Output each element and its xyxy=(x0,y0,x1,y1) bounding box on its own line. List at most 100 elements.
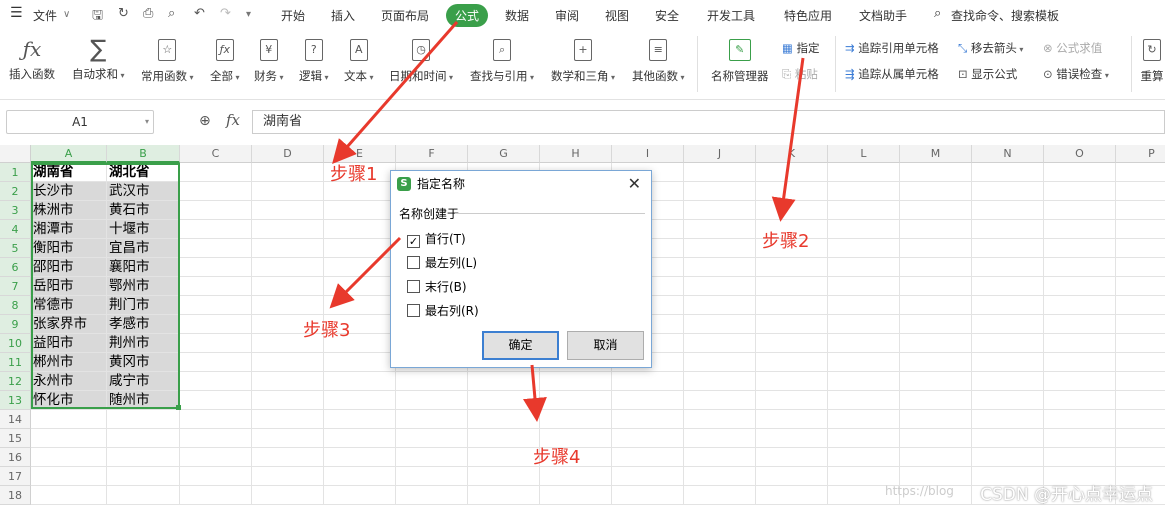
row-header-13[interactable]: 13 xyxy=(0,391,31,410)
chevron-down-icon[interactable]: ∨ xyxy=(63,9,70,20)
remove-arrows-button[interactable]: ⤡ 移去箭头 ▾ xyxy=(958,40,1023,56)
cell-B8[interactable]: 荆门市 xyxy=(107,296,180,315)
cell-A5[interactable]: 衡阳市 xyxy=(31,239,107,258)
cell-O2[interactable] xyxy=(1044,182,1116,201)
row-header-18[interactable]: 18 xyxy=(0,486,31,505)
row-header-10[interactable]: 10 xyxy=(0,334,31,353)
cell-L4[interactable] xyxy=(828,220,900,239)
cell-I18[interactable] xyxy=(612,486,684,505)
column-header-H[interactable]: H xyxy=(540,145,612,163)
cell-B6[interactable]: 襄阳市 xyxy=(107,258,180,277)
cell-A17[interactable] xyxy=(31,467,107,486)
cell-O15[interactable] xyxy=(1044,429,1116,448)
cell-K18[interactable] xyxy=(756,486,828,505)
cell-N6[interactable] xyxy=(972,258,1044,277)
cell-E6[interactable] xyxy=(324,258,396,277)
cell-K14[interactable] xyxy=(756,410,828,429)
file-menu[interactable]: 文件 xyxy=(33,7,57,24)
math-trig-button[interactable]: + 数学和三角 ▾ xyxy=(551,36,615,84)
cell-C5[interactable] xyxy=(180,239,252,258)
cell-K7[interactable] xyxy=(756,277,828,296)
tab-doc-assistant[interactable]: 文档助手 xyxy=(859,7,907,24)
evaluate-formula-button[interactable]: ⊗ 公式求值 xyxy=(1043,40,1102,56)
cell-A13[interactable]: 怀化市 xyxy=(31,391,107,410)
cell-A15[interactable] xyxy=(31,429,107,448)
cell-O6[interactable] xyxy=(1044,258,1116,277)
cell-D7[interactable] xyxy=(252,277,324,296)
cell-D15[interactable] xyxy=(252,429,324,448)
save-icon[interactable]: 🖫 xyxy=(92,6,103,28)
fx-icon[interactable]: fx xyxy=(226,111,240,129)
cell-N1[interactable] xyxy=(972,163,1044,182)
column-header-P[interactable]: P xyxy=(1116,145,1165,163)
cell-A16[interactable] xyxy=(31,448,107,467)
cell-M13[interactable] xyxy=(900,391,972,410)
cell-H14[interactable] xyxy=(540,410,612,429)
cell-C14[interactable] xyxy=(180,410,252,429)
row-header-6[interactable]: 6 xyxy=(0,258,31,277)
cell-A11[interactable]: 郴州市 xyxy=(31,353,107,372)
cell-L12[interactable] xyxy=(828,372,900,391)
common-functions-button[interactable]: ☆ 常用函数 ▾ xyxy=(141,36,194,84)
cell-B1[interactable]: 湖北省 xyxy=(107,163,180,182)
cell-G18[interactable] xyxy=(468,486,540,505)
cell-P4[interactable] xyxy=(1116,220,1165,239)
cell-F14[interactable] xyxy=(396,410,468,429)
cell-O3[interactable] xyxy=(1044,201,1116,220)
cell-O5[interactable] xyxy=(1044,239,1116,258)
cell-B2[interactable]: 武汉市 xyxy=(107,182,180,201)
cell-J14[interactable] xyxy=(684,410,756,429)
cell-H18[interactable] xyxy=(540,486,612,505)
cell-C9[interactable] xyxy=(180,315,252,334)
cell-I16[interactable] xyxy=(612,448,684,467)
cell-B12[interactable]: 咸宁市 xyxy=(107,372,180,391)
row-header-11[interactable]: 11 xyxy=(0,353,31,372)
cell-K16[interactable] xyxy=(756,448,828,467)
cell-J16[interactable] xyxy=(684,448,756,467)
column-header-N[interactable]: N xyxy=(972,145,1044,163)
preview-icon[interactable]: ⌕ xyxy=(168,6,175,21)
cell-E14[interactable] xyxy=(324,410,396,429)
chevron-down-icon[interactable]: ▾ xyxy=(145,111,149,133)
cell-C7[interactable] xyxy=(180,277,252,296)
cell-J11[interactable] xyxy=(684,353,756,372)
cell-O11[interactable] xyxy=(1044,353,1116,372)
cell-N4[interactable] xyxy=(972,220,1044,239)
cell-C13[interactable] xyxy=(180,391,252,410)
cell-A7[interactable]: 岳阳市 xyxy=(31,277,107,296)
cell-C15[interactable] xyxy=(180,429,252,448)
cell-H12[interactable] xyxy=(540,372,612,391)
cell-P7[interactable] xyxy=(1116,277,1165,296)
zoom-search-icon[interactable]: ⊕ xyxy=(199,113,211,129)
column-header-M[interactable]: M xyxy=(900,145,972,163)
cell-C10[interactable] xyxy=(180,334,252,353)
cell-H17[interactable] xyxy=(540,467,612,486)
cell-J18[interactable] xyxy=(684,486,756,505)
cell-N15[interactable] xyxy=(972,429,1044,448)
paste-names-button[interactable]: ⎘ 粘贴 xyxy=(782,66,818,82)
cell-K6[interactable] xyxy=(756,258,828,277)
column-header-C[interactable]: C xyxy=(180,145,252,163)
cell-L15[interactable] xyxy=(828,429,900,448)
cell-D18[interactable] xyxy=(252,486,324,505)
cell-P5[interactable] xyxy=(1116,239,1165,258)
cell-F12[interactable] xyxy=(396,372,468,391)
cell-N16[interactable] xyxy=(972,448,1044,467)
cell-K2[interactable] xyxy=(756,182,828,201)
row-header-17[interactable]: 17 xyxy=(0,467,31,486)
tab-security[interactable]: 安全 xyxy=(655,7,679,24)
tab-formulas[interactable]: 公式 xyxy=(446,4,489,27)
cell-F15[interactable] xyxy=(396,429,468,448)
cell-L1[interactable] xyxy=(828,163,900,182)
cell-O14[interactable] xyxy=(1044,410,1116,429)
row-header-15[interactable]: 15 xyxy=(0,429,31,448)
cell-I12[interactable] xyxy=(612,372,684,391)
cell-P8[interactable] xyxy=(1116,296,1165,315)
cell-O8[interactable] xyxy=(1044,296,1116,315)
cell-G17[interactable] xyxy=(468,467,540,486)
print-icon[interactable]: ⎙ xyxy=(143,6,153,21)
cell-N7[interactable] xyxy=(972,277,1044,296)
cell-L14[interactable] xyxy=(828,410,900,429)
column-header-K[interactable]: K xyxy=(756,145,828,163)
trace-precedents-button[interactable]: ⇉ 追踪引用单元格 xyxy=(845,40,939,56)
